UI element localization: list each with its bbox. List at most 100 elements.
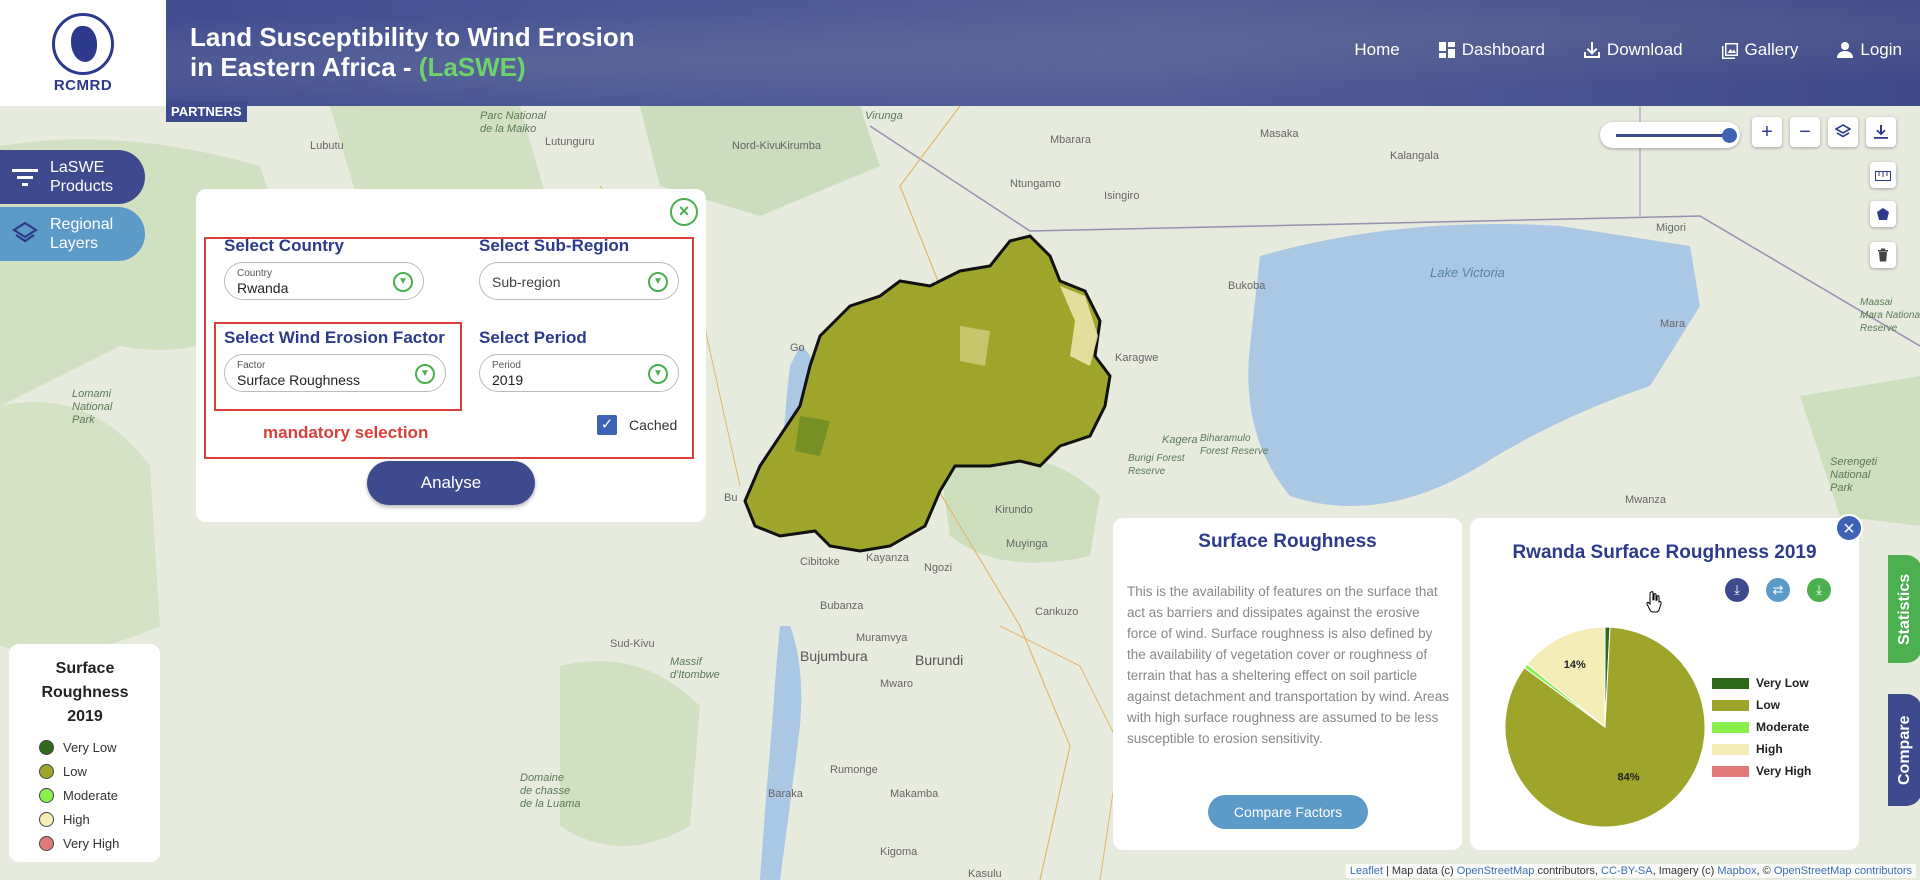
chart-legend-label: Moderate <box>1756 720 1810 734</box>
nav-home[interactable]: Home <box>1354 40 1399 60</box>
country-select[interactable]: Country Rwanda ▼ <box>224 262 424 300</box>
swap-icon: ⇄ <box>1772 582 1784 597</box>
chevron-down-icon: ▼ <box>648 364 668 384</box>
cached-checkbox[interactable]: ✓ Cached <box>597 415 677 435</box>
chevron-down-icon: ▼ <box>415 364 435 384</box>
chart-legend-item[interactable]: Moderate <box>1712 716 1811 738</box>
mapbox-link[interactable]: Mapbox <box>1717 865 1756 877</box>
nav-gallery[interactable]: Gallery <box>1721 40 1798 60</box>
factor-info-description: This is the availability of features on … <box>1127 584 1449 746</box>
map-label: Bubanza <box>820 600 864 612</box>
map-label: Kirumba <box>780 140 821 152</box>
delete-drawing-button[interactable] <box>1870 242 1896 268</box>
map-label: Kasulu <box>968 868 1002 880</box>
regional-layers-button[interactable]: Regional Layers <box>0 207 145 261</box>
filter-icon <box>0 167 50 187</box>
chart-legend-swatch <box>1712 765 1749 777</box>
chart-legend-swatch <box>1712 743 1749 755</box>
period-select[interactable]: Period 2019 ▼ <box>479 354 679 392</box>
rcmrd-logo[interactable]: RCMRD <box>0 0 166 106</box>
chart-legend-item[interactable]: Low <box>1712 694 1811 716</box>
legend-item: Very High <box>39 831 160 855</box>
chevron-down-icon: ▼ <box>393 272 413 292</box>
map-label: Makamba <box>890 788 939 800</box>
subregion-select[interactable]: Sub-region ▼ <box>479 262 679 300</box>
chart-legend-item[interactable]: Very Low <box>1712 672 1811 694</box>
map-label: Serengeti National Park <box>1830 456 1878 494</box>
legend-item: Moderate <box>39 783 160 807</box>
map-label: Lake Victoria <box>1430 265 1505 280</box>
layers-icon <box>1834 124 1852 138</box>
legend-item: Low <box>39 759 160 783</box>
chart-legend: Very Low Low Moderate High Very High <box>1712 672 1811 782</box>
chart-title: Rwanda Surface Roughness 2019 <box>1512 542 1817 563</box>
nav-home-label: Home <box>1354 40 1400 59</box>
factor-select[interactable]: Factor Surface Roughness ▼ <box>224 354 446 392</box>
map-label: Maasai Mara National Reserve <box>1860 297 1920 334</box>
map-label: Nord-Kivu <box>732 140 781 152</box>
app-title-acronym: (LaSWE) <box>418 52 526 82</box>
opacity-slider[interactable] <box>1600 122 1740 148</box>
map-label: Masaka <box>1260 128 1299 140</box>
analyse-button[interactable]: Analyse <box>367 461 535 505</box>
map-label: Lutunguru <box>545 136 595 148</box>
map-label: Ngozi <box>924 562 953 574</box>
compare-tab[interactable]: Compare <box>1888 694 1920 806</box>
map-label: Domaine de chasse de la Luama <box>520 772 581 810</box>
cc-link[interactable]: CC-BY-SA <box>1601 865 1653 877</box>
partners-button[interactable]: PARTNERS <box>166 101 247 122</box>
trash-icon <box>1878 248 1888 262</box>
legend-swatch <box>39 835 54 851</box>
osm-contributors-link[interactable]: OpenStreetMap contributors <box>1774 865 1912 877</box>
map-label: Kagera <box>1162 434 1198 446</box>
chart-legend-item[interactable]: Very High <box>1712 760 1811 782</box>
map-label: Bu <box>724 492 738 504</box>
export-map-button[interactable] <box>1866 117 1896 147</box>
download-icon <box>1583 42 1600 58</box>
legend-swatch <box>39 811 54 827</box>
legend-label: Moderate <box>63 787 118 803</box>
compare-factors-button[interactable]: Compare Factors <box>1208 795 1368 829</box>
nav-download[interactable]: Download <box>1583 40 1683 60</box>
close-panel-button[interactable]: × <box>670 198 698 226</box>
legend-item: Very Low <box>39 735 160 759</box>
download-data-button[interactable]: ⤓ <box>1807 578 1831 602</box>
map-label: Kayanza <box>866 552 909 564</box>
draw-polygon-button[interactable] <box>1870 201 1896 227</box>
map-label: Kigoma <box>880 846 918 858</box>
country-heading: Select Country <box>224 236 344 255</box>
map-label: Burundi <box>915 652 964 668</box>
leaflet-link[interactable]: Leaflet <box>1350 865 1383 877</box>
swap-chart-button[interactable]: ⇄ <box>1766 578 1790 602</box>
ruler-icon <box>1875 171 1891 181</box>
slider-handle[interactable] <box>1722 128 1737 143</box>
map-label: Biharamulo Forest Reserve <box>1200 433 1269 457</box>
map-label: Muyinga <box>1006 538 1048 550</box>
osm-link[interactable]: OpenStreetMap <box>1457 865 1535 877</box>
slider-track <box>1616 134 1728 137</box>
laswe-products-button[interactable]: LaSWE Products <box>0 150 145 204</box>
map-label: Cibitoke <box>800 556 840 568</box>
download-chart-button[interactable]: ⤓ <box>1725 578 1749 602</box>
nav-dashboard[interactable]: Dashboard <box>1438 40 1545 60</box>
logo-emblem-icon <box>52 12 114 75</box>
chart-legend-swatch <box>1712 699 1749 711</box>
app-title: Land Susceptibility to Wind Erosion in E… <box>190 22 650 82</box>
chevron-down-icon: ▼ <box>648 272 668 292</box>
zoom-in-button[interactable]: + <box>1752 117 1782 147</box>
minus-icon: − <box>1799 121 1811 143</box>
statistics-tab[interactable]: Statistics <box>1888 555 1920 663</box>
layer-switcher-button[interactable] <box>1828 117 1858 147</box>
top-nav: Home Dashboard Download Gallery Login <box>1354 40 1902 60</box>
chart-legend-item[interactable]: High <box>1712 738 1811 760</box>
nav-login[interactable]: Login <box>1836 40 1902 60</box>
map-label: Mara <box>1660 318 1686 330</box>
close-chart-button[interactable]: × <box>1835 514 1863 542</box>
measure-button[interactable] <box>1870 162 1896 188</box>
nav-login-label: Login <box>1860 40 1902 59</box>
legend-label: Very Low <box>63 739 117 755</box>
factor-caption: Factor <box>237 360 266 371</box>
map-label: Massif d'Itombwe <box>670 656 720 681</box>
zoom-out-button[interactable]: − <box>1790 117 1820 147</box>
map-label: Mwanza <box>1625 494 1666 506</box>
